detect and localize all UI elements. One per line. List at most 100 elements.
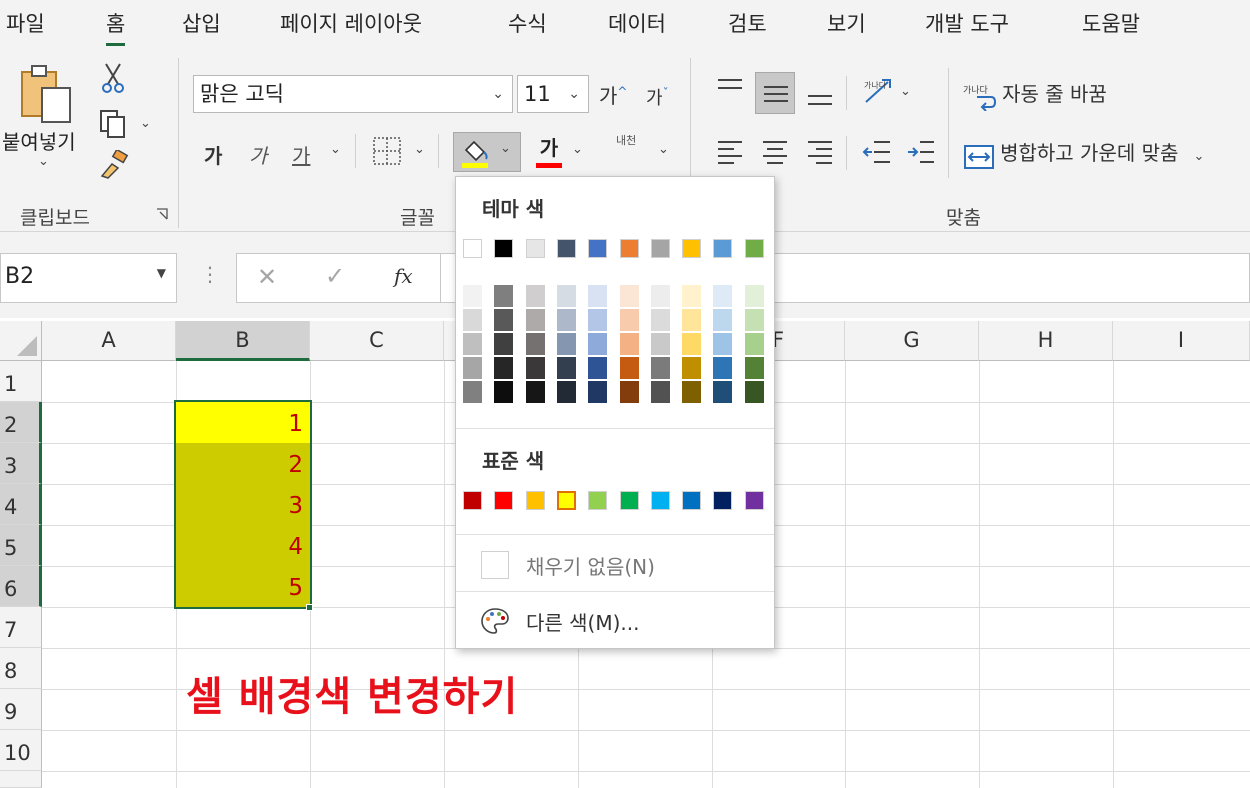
row-header-9[interactable]: 9	[0, 689, 42, 730]
standard-color-swatch[interactable]	[494, 491, 514, 510]
dialog-launcher-icon[interactable]	[156, 208, 168, 220]
insert-function-button[interactable]: fx	[394, 264, 413, 288]
align-middle-button[interactable]	[755, 72, 795, 114]
theme-shade-swatch[interactable]	[556, 381, 576, 403]
row-header-4[interactable]: 4	[0, 484, 42, 525]
theme-shade-swatch[interactable]	[713, 309, 733, 331]
theme-color-swatch[interactable]	[463, 239, 482, 258]
standard-color-swatch[interactable]	[744, 491, 764, 510]
bold-button[interactable]: 가	[204, 140, 222, 169]
column-header-g[interactable]: G	[845, 321, 979, 361]
row-header-3[interactable]: 3	[0, 443, 42, 484]
theme-shade-swatch[interactable]	[463, 381, 482, 403]
tab-help[interactable]: 도움말	[1082, 8, 1140, 38]
row-header-2[interactable]: 2	[0, 402, 42, 443]
standard-color-swatch[interactable]	[525, 491, 545, 510]
align-right-icon[interactable]	[806, 138, 834, 166]
row-header-7[interactable]: 7	[0, 607, 42, 648]
tab-formulas[interactable]: 수식	[508, 8, 547, 38]
theme-shade-swatch[interactable]	[619, 333, 639, 355]
theme-shade-swatch[interactable]	[682, 285, 702, 307]
theme-shade-swatch[interactable]	[682, 309, 702, 331]
tab-view[interactable]: 보기	[827, 8, 866, 38]
theme-shade-swatch[interactable]	[556, 357, 576, 379]
column-header-i[interactable]: I	[1113, 321, 1250, 361]
theme-shade-swatch[interactable]	[682, 357, 702, 379]
fill-color-button[interactable]: ⌄	[453, 132, 521, 172]
chevron-down-icon[interactable]: ⌄	[572, 142, 583, 157]
standard-color-swatch[interactable]	[619, 491, 639, 510]
row-header-5[interactable]: 5	[0, 525, 42, 566]
theme-shade-swatch[interactable]	[713, 381, 733, 403]
tab-data[interactable]: 데이터	[608, 8, 666, 38]
theme-shade-swatch[interactable]	[744, 381, 764, 403]
more-colors-item[interactable]: 다른 색(M)...	[456, 595, 774, 645]
theme-shade-swatch[interactable]	[713, 357, 733, 379]
standard-color-swatch[interactable]	[713, 491, 733, 510]
border-icon[interactable]	[372, 136, 402, 166]
row-header-6[interactable]: 6	[0, 566, 42, 607]
theme-shade-swatch[interactable]	[525, 285, 545, 307]
column-header-c[interactable]: C	[310, 321, 444, 361]
theme-shade-swatch[interactable]	[619, 309, 639, 331]
standard-color-swatch[interactable]	[650, 491, 670, 510]
theme-shade-swatch[interactable]	[619, 381, 639, 403]
theme-color-swatch[interactable]	[682, 239, 702, 258]
theme-shade-swatch[interactable]	[650, 381, 670, 403]
orientation-icon[interactable]: 가나다	[862, 76, 894, 106]
theme-shade-swatch[interactable]	[525, 333, 545, 355]
align-bottom-icon[interactable]	[806, 80, 834, 108]
tab-review[interactable]: 검토	[728, 8, 767, 38]
theme-shade-swatch[interactable]	[494, 357, 514, 379]
theme-shade-swatch[interactable]	[494, 381, 514, 403]
theme-shade-swatch[interactable]	[556, 333, 576, 355]
theme-color-swatch[interactable]	[650, 239, 670, 258]
theme-color-swatch[interactable]	[713, 239, 733, 258]
theme-shade-swatch[interactable]	[556, 285, 576, 307]
font-size-dropdown[interactable]: 11 ⌄	[517, 75, 589, 113]
decrease-indent-icon[interactable]	[862, 138, 892, 166]
theme-shade-swatch[interactable]	[588, 357, 608, 379]
underline-button[interactable]: 가	[292, 140, 310, 169]
theme-color-swatch[interactable]	[588, 239, 608, 258]
align-top-icon[interactable]	[716, 76, 744, 104]
theme-shade-swatch[interactable]	[494, 285, 514, 307]
chevron-down-icon[interactable]: ⌄	[658, 142, 669, 157]
select-all-button[interactable]	[0, 321, 42, 361]
chevron-down-icon[interactable]: ⌄	[414, 142, 425, 157]
paste-button[interactable]: 붙여넣기 ⌄	[2, 62, 80, 172]
chevron-down-icon[interactable]: ⌄	[900, 84, 911, 99]
theme-shade-swatch[interactable]	[463, 285, 482, 307]
row-header-10[interactable]: 10	[0, 730, 42, 771]
theme-shade-swatch[interactable]	[713, 333, 733, 355]
theme-shade-swatch[interactable]	[494, 333, 514, 355]
theme-shade-swatch[interactable]	[525, 357, 545, 379]
cut-icon[interactable]	[100, 62, 126, 94]
theme-shade-swatch[interactable]	[588, 285, 608, 307]
theme-shade-swatch[interactable]	[588, 381, 608, 403]
standard-color-swatch[interactable]	[588, 491, 608, 510]
theme-shade-swatch[interactable]	[682, 333, 702, 355]
theme-shade-swatch[interactable]	[744, 333, 764, 355]
align-center-icon[interactable]	[761, 138, 789, 166]
theme-shade-swatch[interactable]	[650, 333, 670, 355]
theme-shade-swatch[interactable]	[525, 381, 545, 403]
theme-shade-swatch[interactable]	[525, 309, 545, 331]
row-header-1[interactable]: 1	[0, 361, 42, 402]
chevron-down-icon[interactable]: ⌄	[140, 116, 151, 131]
theme-shade-swatch[interactable]	[463, 309, 482, 331]
enter-button[interactable]: ✓	[325, 262, 345, 290]
merge-center-button[interactable]: 병합하고 가운데 맞춤 ⌄	[963, 137, 1204, 170]
theme-shade-swatch[interactable]	[650, 309, 670, 331]
theme-color-swatch[interactable]	[556, 239, 576, 258]
tab-file[interactable]: 파일	[6, 8, 45, 38]
italic-button[interactable]: 가	[249, 140, 267, 169]
theme-shade-swatch[interactable]	[588, 333, 608, 355]
row-header-8[interactable]: 8	[0, 648, 42, 689]
theme-shade-swatch[interactable]	[619, 285, 639, 307]
tab-home[interactable]: 홈	[106, 8, 126, 46]
theme-shade-swatch[interactable]	[494, 309, 514, 331]
theme-color-swatch[interactable]	[619, 239, 639, 258]
no-fill-item[interactable]: 채우기 없음(N)	[456, 537, 774, 589]
theme-shade-swatch[interactable]	[463, 357, 482, 379]
